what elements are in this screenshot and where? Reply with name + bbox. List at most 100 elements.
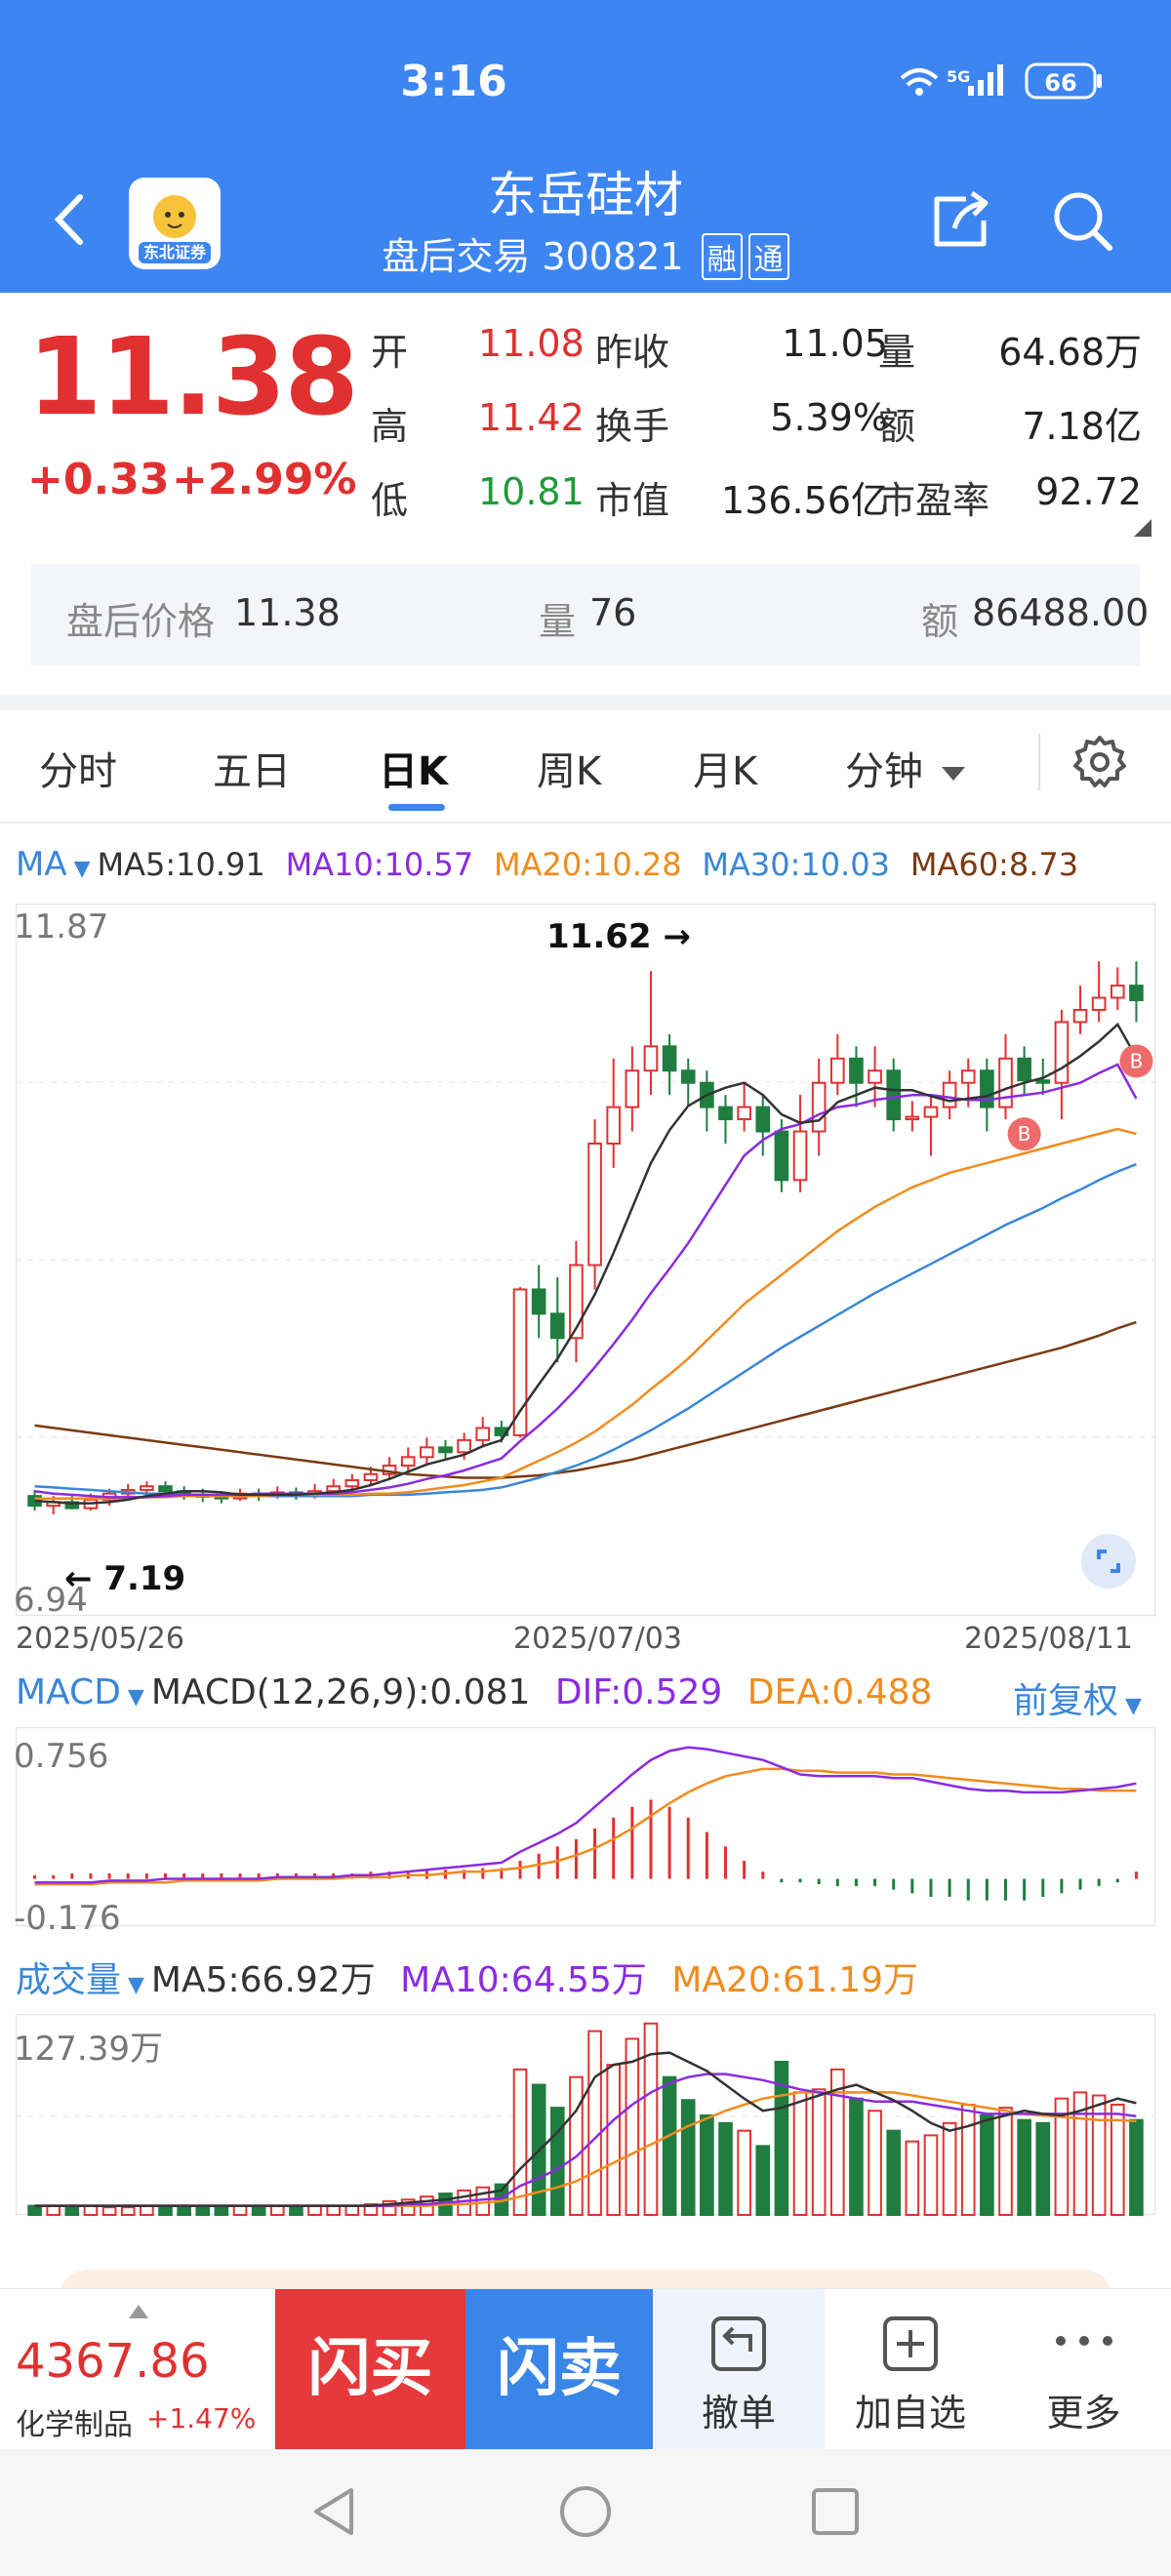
adjust-label: 前复权 (1013, 1681, 1119, 1721)
share-icon (934, 190, 989, 247)
macd-name: MACD (16, 1672, 121, 1712)
candle-body (1091, 996, 1107, 1011)
volume-bar (960, 2103, 976, 2216)
amount-value: 7.18亿 (1022, 405, 1142, 448)
volume-bar (606, 2064, 622, 2216)
candle-body (960, 1069, 976, 1084)
add-watchlist-label: 加自选 (854, 2392, 966, 2435)
candle-body (998, 1057, 1013, 1108)
buy-signal-label: B (1130, 1049, 1144, 1072)
prev-close-label: 昨收 (595, 331, 670, 374)
dropdown-triangle-icon: ▼ (66, 857, 98, 881)
cancel-order-button[interactable]: 撤单 (653, 2289, 825, 2450)
volume-bar (549, 2107, 565, 2216)
volume-bar (886, 2129, 902, 2216)
volume-chart[interactable] (16, 2014, 1171, 2223)
search-button[interactable] (1049, 187, 1117, 256)
tab-minute[interactable]: 分钟 (845, 740, 965, 796)
dropdown-triangle-icon (941, 767, 965, 781)
tab-monthly-k[interactable]: 月K (693, 740, 757, 796)
volume-bar (64, 2206, 80, 2216)
turnover-label: 换手 (595, 405, 670, 448)
chart-settings-button[interactable] (1070, 732, 1130, 792)
high-label: 高 (371, 405, 409, 448)
tab-five-day[interactable]: 五日 (213, 740, 291, 796)
open-label: 开 (371, 331, 409, 374)
volume-bar (923, 2134, 939, 2216)
candle-body (1017, 1057, 1031, 1082)
gear-icon (1073, 736, 1126, 787)
flash-buy-button[interactable]: 闪买 (275, 2289, 465, 2450)
after-hours-bar: 盘后价格 11.38 量 76 额 86488.00 (31, 564, 1149, 665)
candle-body (829, 1057, 845, 1084)
macd-chart[interactable] (16, 1727, 1171, 1934)
cancel-order-icon (711, 2316, 766, 2371)
candle-body (942, 1081, 957, 1108)
nav-home-icon[interactable] (556, 2482, 615, 2541)
candle-body (1072, 1008, 1088, 1024)
price-change-pct: +2.99% (172, 455, 357, 504)
macd-value: MACD(12,26,9):0.081 (150, 1672, 531, 1712)
tab-daily-k[interactable]: 日K (379, 740, 448, 796)
session-and-code: 盘后交易 300821 (382, 235, 684, 278)
index-change: +1.47% (146, 2402, 257, 2435)
volume-bar (269, 2204, 285, 2216)
chart-fullscreen-button[interactable] (1081, 1534, 1136, 1589)
candle-body (643, 1045, 659, 1072)
candle-body (792, 1130, 808, 1182)
volume-bar (905, 2140, 920, 2216)
add-watchlist-button[interactable]: 加自选 (825, 2289, 996, 2450)
nav-recents-icon[interactable] (806, 2482, 865, 2541)
adjust-dropdown[interactable]: 前复权 ▼ (1013, 1672, 1142, 1723)
candle-body (625, 1069, 640, 1108)
ah-amount-label: 额 (921, 600, 959, 643)
dea-value: DEA:0.488 (747, 1672, 933, 1712)
ma5-value: MA5:10.91 (97, 846, 265, 883)
volume-bar (1017, 2118, 1031, 2216)
macd-legend[interactable]: MACD ▼ MACD(12,26,9):0.081 DIF:0.529 DEA… (16, 1672, 932, 1712)
sector-index[interactable]: 4367.86 化学制品 +1.47% (0, 2289, 275, 2450)
volume-bar (177, 2206, 191, 2216)
volume-bar (811, 2088, 827, 2217)
flash-sell-button[interactable]: 闪卖 (465, 2289, 653, 2450)
candle-body (512, 1288, 528, 1436)
expand-corner-icon[interactable] (1134, 519, 1151, 537)
low-value: 10.81 (478, 470, 585, 513)
volume-bar (195, 2206, 211, 2216)
k-low-annotation: ← 7.19 (64, 1559, 186, 1598)
dropdown-triangle-icon: ▼ (1118, 1694, 1142, 1718)
price-change: +0.33 (27, 455, 170, 504)
tab-weekly-k[interactable]: 周K (537, 740, 601, 796)
ma-legend[interactable]: MA ▼ MA5:10.91 MA10:10.57 MA20:10.28 MA3… (16, 845, 1078, 884)
share-button[interactable] (927, 187, 995, 256)
ma30-value: MA30:10.03 (702, 846, 891, 883)
open-value: 11.08 (478, 322, 585, 365)
candle-body (755, 1106, 771, 1133)
nav-back-icon[interactable] (306, 2482, 365, 2541)
stock-subtitle: 盘后交易 300821 融通 (0, 226, 1171, 280)
volume-bar (587, 2030, 602, 2216)
dea-line (34, 1767, 1137, 1886)
candle-body (1129, 985, 1144, 1002)
market-cap-label: 市值 (595, 479, 670, 522)
more-label: 更多 (1046, 2392, 1121, 2435)
more-button[interactable]: 更多 (996, 2289, 1171, 2450)
section-divider (0, 695, 1171, 710)
volume-bar (46, 2204, 61, 2216)
candle-body (549, 1312, 565, 1340)
cancel-order-label: 撤单 (701, 2392, 776, 2435)
connect-tag: 通 (747, 233, 789, 280)
ah-volume-value: 76 (589, 591, 637, 634)
candle-body (400, 1456, 416, 1468)
tab-intraday[interactable]: 分时 (39, 740, 117, 796)
candle-body (774, 1130, 789, 1182)
volume-bar (980, 2113, 994, 2216)
candle-body (811, 1081, 827, 1133)
volume-legend[interactable]: 成交量 ▼ MA5:66.92万 MA10:64.55万 MA20:61.19万 (16, 1952, 918, 2002)
candle-body (905, 1115, 920, 1121)
candlestick-chart[interactable]: BB (16, 904, 1171, 1626)
candle-body (849, 1057, 864, 1084)
volume-bar (1129, 2118, 1144, 2216)
stock-name: 东岳硅材 (488, 167, 683, 223)
ma20-value: MA20:10.28 (493, 846, 682, 883)
